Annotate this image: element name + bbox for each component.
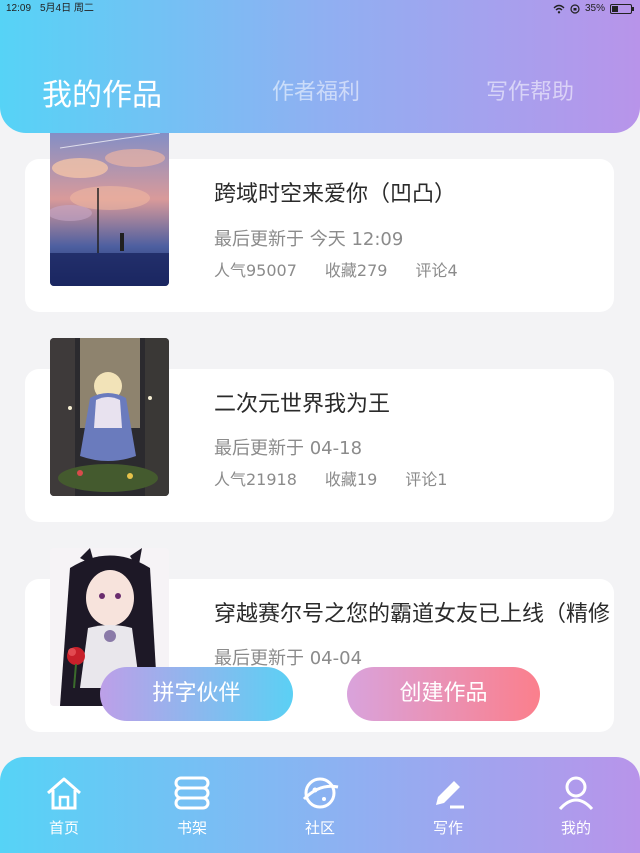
create-work-button[interactable]: 创建作品 (347, 667, 540, 721)
status-time: 12:09 (6, 3, 32, 14)
book-title[interactable]: 跨域时空来爱你（凹凸） (214, 176, 456, 208)
battery-percent: 35% (584, 3, 605, 14)
book-updated: 最后更新于 04-18 (214, 438, 363, 459)
status-bar: 12:09 5月4日 周二 35% (0, 0, 640, 18)
battery-icon (610, 4, 634, 14)
user-icon (558, 776, 594, 811)
nav-item-write[interactable]: 写作 (408, 775, 488, 838)
book-cover[interactable] (50, 338, 169, 496)
planet-icon (302, 777, 339, 809)
wifi-icon (553, 4, 565, 14)
tab-author-benefits[interactable]: 作者福利 (272, 74, 360, 106)
pen-icon (436, 781, 464, 809)
favorites-count: 收藏19 (324, 470, 378, 489)
book-stats: 人气21918 收藏19 评论1 (214, 466, 447, 490)
bottom-nav: 首页 书架 社区 写作 我的 (0, 757, 640, 853)
home-icon (47, 777, 81, 810)
tab-my-works[interactable]: 我的作品 (42, 70, 162, 114)
tab-writing-help[interactable]: 写作帮助 (486, 74, 574, 106)
tab-bar: 我的作品 作者福利 写作帮助 (0, 74, 640, 114)
book-cover[interactable] (50, 128, 169, 286)
nav-item-community[interactable]: 社区 (280, 775, 360, 838)
status-date: 5月4日 周二 (40, 3, 94, 14)
book-title[interactable]: 穿越赛尔号之您的霸道女友已上线（精修 (214, 596, 610, 628)
comments-count: 评论4 (415, 261, 458, 280)
book-updated: 最后更新于 今天 12:09 (214, 229, 404, 250)
nav-item-home[interactable]: 首页 (24, 775, 104, 838)
nav-label-community: 社区 (304, 819, 335, 837)
nav-label-write: 写作 (432, 819, 463, 837)
nav-label-profile: 我的 (560, 819, 591, 837)
writing-partner-button[interactable]: 拼字伙伴 (100, 667, 293, 721)
bookshelf-icon (174, 776, 210, 810)
nav-label-bookshelf: 书架 (176, 819, 207, 837)
book-title[interactable]: 二次元世界我为王 (214, 386, 390, 418)
nav-item-profile[interactable]: 我的 (536, 775, 616, 838)
popularity-count: 人气95007 (214, 261, 297, 280)
nav-item-bookshelf[interactable]: 书架 (152, 775, 232, 838)
orientation-lock-icon (570, 4, 580, 14)
comments-count: 评论1 (405, 470, 448, 489)
favorites-count: 收藏279 (324, 261, 388, 280)
top-header: 12:09 5月4日 周二 35% 我的作品 作者福利 写作帮助 (0, 0, 640, 133)
book-stats: 人气95007 收藏279 评论4 (214, 257, 458, 281)
nav-label-home: 首页 (48, 819, 79, 837)
popularity-count: 人气21918 (214, 470, 297, 489)
